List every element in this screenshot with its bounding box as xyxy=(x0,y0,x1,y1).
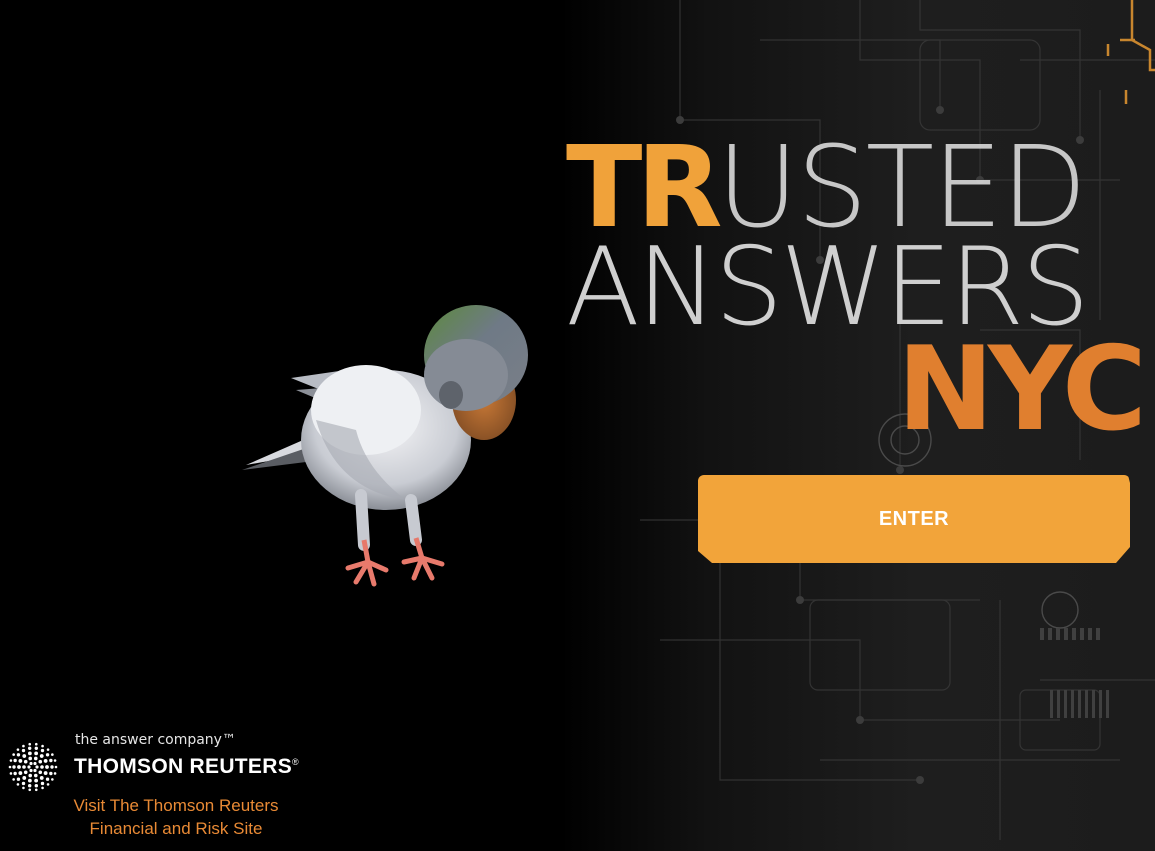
logo-dot xyxy=(28,784,32,788)
logo-dot xyxy=(28,756,33,761)
logo-dot xyxy=(38,759,43,764)
logo-dot xyxy=(51,753,54,756)
logo-dot xyxy=(18,771,23,775)
logo-dot xyxy=(46,748,50,751)
trusted-answers-nyc-headline: TRUSTED ANSWERS NYC xyxy=(566,132,1155,448)
logo-dot xyxy=(45,777,50,781)
visit-financial-risk-site-link[interactable]: Visit The Thomson Reuters Financial and … xyxy=(28,794,324,840)
logo-dot xyxy=(40,748,45,753)
logo-dot xyxy=(49,771,53,776)
logo-dot xyxy=(13,758,17,763)
pigeon-illustration xyxy=(242,305,528,587)
logo-dot xyxy=(16,783,20,786)
logo-dot xyxy=(45,765,49,769)
logo-dot xyxy=(33,756,38,761)
logo-dot xyxy=(46,783,50,786)
logo-dot xyxy=(33,768,37,773)
logo-dot xyxy=(34,784,38,788)
logo-dot xyxy=(22,776,27,780)
logo-dot xyxy=(33,761,37,766)
logo-dot xyxy=(23,770,28,775)
logo-dot xyxy=(8,765,12,769)
logo-dot xyxy=(39,776,44,780)
logo-dot xyxy=(51,778,54,781)
logo-dot xyxy=(40,765,44,769)
splash-page: TRUSTED ANSWERS NYC ENTER the answer com… xyxy=(0,0,1155,851)
logo-dot xyxy=(34,742,38,746)
enter-button[interactable]: ENTER xyxy=(698,475,1130,563)
logo-dot xyxy=(22,754,27,758)
logo-dot xyxy=(29,768,33,773)
logo-dot xyxy=(18,759,23,763)
logo-dot xyxy=(34,788,38,792)
logo-dot xyxy=(16,753,21,757)
enter-button-label: ENTER xyxy=(878,507,950,530)
headline-usted: USTED xyxy=(716,123,1087,253)
logo-dot xyxy=(12,753,15,756)
brand-tagline: the answer company™ xyxy=(75,732,236,748)
logo-dot xyxy=(29,761,33,766)
registered-mark: ® xyxy=(292,757,299,767)
logo-dot xyxy=(53,772,57,775)
logo-dot xyxy=(43,759,48,763)
logo-dot xyxy=(22,765,26,769)
logo-dot xyxy=(41,786,44,790)
logo-dot xyxy=(21,781,26,786)
logo-dot xyxy=(9,759,13,762)
logo-dot xyxy=(22,744,25,748)
logo-dot xyxy=(28,742,32,746)
logo-dot xyxy=(54,765,58,769)
logo-dot xyxy=(33,773,38,778)
brand-name-text: THOMSON REUTERS xyxy=(74,755,293,778)
logo-dot xyxy=(40,781,45,786)
headline-line-1: TRUSTED xyxy=(566,132,1155,244)
logo-dot xyxy=(45,753,50,757)
logo-dot xyxy=(35,765,39,769)
logo-dot xyxy=(12,778,15,781)
logo-dot xyxy=(50,765,54,769)
brand-name: THOMSON REUTERS® xyxy=(74,755,299,779)
thomson-reuters-brand: the answer company™ THOMSON REUTERS® Vis… xyxy=(8,728,328,848)
logo-dot xyxy=(28,788,32,792)
logo-dot xyxy=(21,748,26,753)
logo-dot xyxy=(27,778,32,783)
logo-dot xyxy=(27,751,32,756)
visit-link-line-1: Visit The Thomson Reuters xyxy=(73,796,279,815)
logo-dot xyxy=(22,786,25,790)
logo-dot xyxy=(39,754,44,758)
logo-dot xyxy=(16,777,21,781)
logo-dot xyxy=(34,778,39,783)
logo-dot xyxy=(13,771,17,776)
logo-dot xyxy=(38,770,43,775)
logo-dot xyxy=(34,746,38,750)
logo-dot xyxy=(16,748,20,751)
logo-dot xyxy=(34,751,39,756)
visit-link-line-2: Financial and Risk Site xyxy=(89,819,263,838)
logo-dot xyxy=(12,765,16,769)
logo-dot xyxy=(23,759,28,764)
logo-dot xyxy=(28,773,33,778)
logo-dot xyxy=(27,765,31,769)
logo-dot xyxy=(49,758,53,763)
logo-dot xyxy=(28,746,32,750)
logo-dot xyxy=(43,771,48,775)
logo-dot xyxy=(41,744,44,748)
logo-dot xyxy=(9,772,13,775)
logo-dot xyxy=(17,765,21,769)
thomson-reuters-dot-sphere-icon xyxy=(8,742,58,792)
logo-dot xyxy=(53,759,57,762)
